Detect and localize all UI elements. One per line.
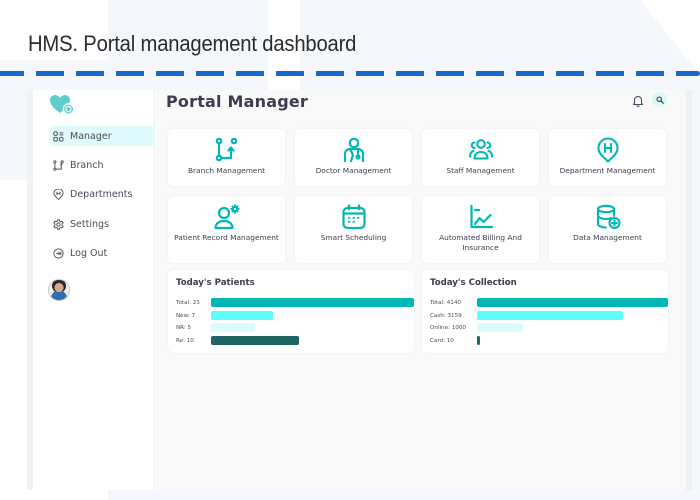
sidebar-item-label: Branch [70,159,104,171]
bell-icon[interactable] [632,94,644,107]
patient-settings-icon [213,204,239,230]
search-button[interactable] [652,92,667,107]
bar-row-total: Total: 23 [176,298,200,307]
logout-icon [53,247,64,259]
bar-row-nr: NR: 5 [176,323,191,332]
hospital-pin-icon [596,137,619,163]
card-title: Today's Collection [430,278,517,288]
bar-label: Re: 10 [176,337,194,344]
doctor-icon [343,137,364,163]
bar-label: Total: 4140 [430,299,461,306]
slide-title: HMS. Portal management dashboard [28,31,357,56]
tile-label: Patient Record Management [174,233,279,242]
bar-nr [211,323,256,332]
card-title: Today's Patients [176,278,255,288]
bar-row-re: Re: 10 [176,336,194,345]
tile-label: Doctor Management [315,166,392,175]
tile-branch-management[interactable]: Branch Management [168,129,285,186]
tile-department-management[interactable]: Department Management [549,129,666,186]
sidebar-item-label: Departments [70,188,133,200]
bar-card [477,336,480,345]
bar-row-card: Card: 10 [430,336,454,345]
tile-automated-billing[interactable]: Automated Billing And Insurance [422,196,539,263]
billing-chart-icon [469,204,493,229]
sidebar-item-label: Settings [70,218,109,230]
bar-row-new: New: 7 [176,311,195,320]
main-content: Portal Manager Branch Management Doctor … [156,90,686,490]
todays-collection-card: Today's Collection Total: 4140 Cash: 3159… [422,270,668,353]
bar-row-online: Online: 1000 [430,323,466,332]
bar-label: Cash: 3159 [430,312,462,319]
todays-patients-card: Today's Patients Total: 23 New: 7 NR: 5 Re:… [168,270,414,353]
bar-new [211,311,273,320]
bar-label: NR: 5 [176,324,192,331]
hospital-pin-icon [53,188,64,200]
bar-label: New: 7 [176,312,196,319]
calendar-icon [341,204,366,230]
sidebar-item-label: Log Out [70,247,108,259]
tile-label: Smart Scheduling [320,233,387,242]
bar-cash [477,311,623,320]
tile-patient-record-management[interactable]: Patient Record Management [168,196,285,263]
database-add-icon [596,204,621,230]
gear-icon [53,218,64,230]
tile-label: Department Management [559,166,656,175]
bar-online [477,323,524,332]
bar-re [211,336,300,345]
sidebar-item-departments[interactable]: Departments [49,184,155,204]
bar-label: Total: 23 [176,299,200,306]
tile-data-management[interactable]: Data Management [549,196,666,263]
tile-label: Branch Management [187,166,266,175]
bar-label: Card: 10 [430,337,454,344]
tile-label: Data Management [573,233,642,242]
bar-row-total: Total: 4140 [430,298,461,307]
dashed-divider [0,71,700,76]
bar-label: Online: 1000 [430,324,466,331]
sidebar-item-label: Manager [70,130,112,142]
tile-doctor-management[interactable]: Doctor Management [295,129,412,186]
page-title: Portal Manager [166,92,309,111]
sidebar-item-logout[interactable]: Log Out [49,243,155,263]
bar-total [211,298,414,307]
heart-gear-icon[interactable] [49,94,77,116]
sidebar: Manager Branch Departments Settings Log … [33,90,155,490]
staff-group-icon [468,139,493,160]
tile-label: Automated Billing And Insurance [439,233,522,252]
bar-row-cash: Cash: 3159 [430,311,462,320]
grid-icon [53,130,64,142]
search-icon [655,95,664,104]
bar-total [477,298,668,307]
tile-staff-management[interactable]: Staff Management [422,129,539,186]
tile-smart-scheduling[interactable]: Smart Scheduling [295,196,412,263]
branch-icon [53,159,64,171]
sidebar-item-settings[interactable]: Settings [49,214,155,234]
sidebar-item-branch[interactable]: Branch [49,155,155,175]
tile-label: Staff Management [446,166,515,175]
user-avatar[interactable] [48,279,70,301]
sidebar-item-manager[interactable]: Manager [49,126,155,146]
branch-icon [215,137,237,162]
